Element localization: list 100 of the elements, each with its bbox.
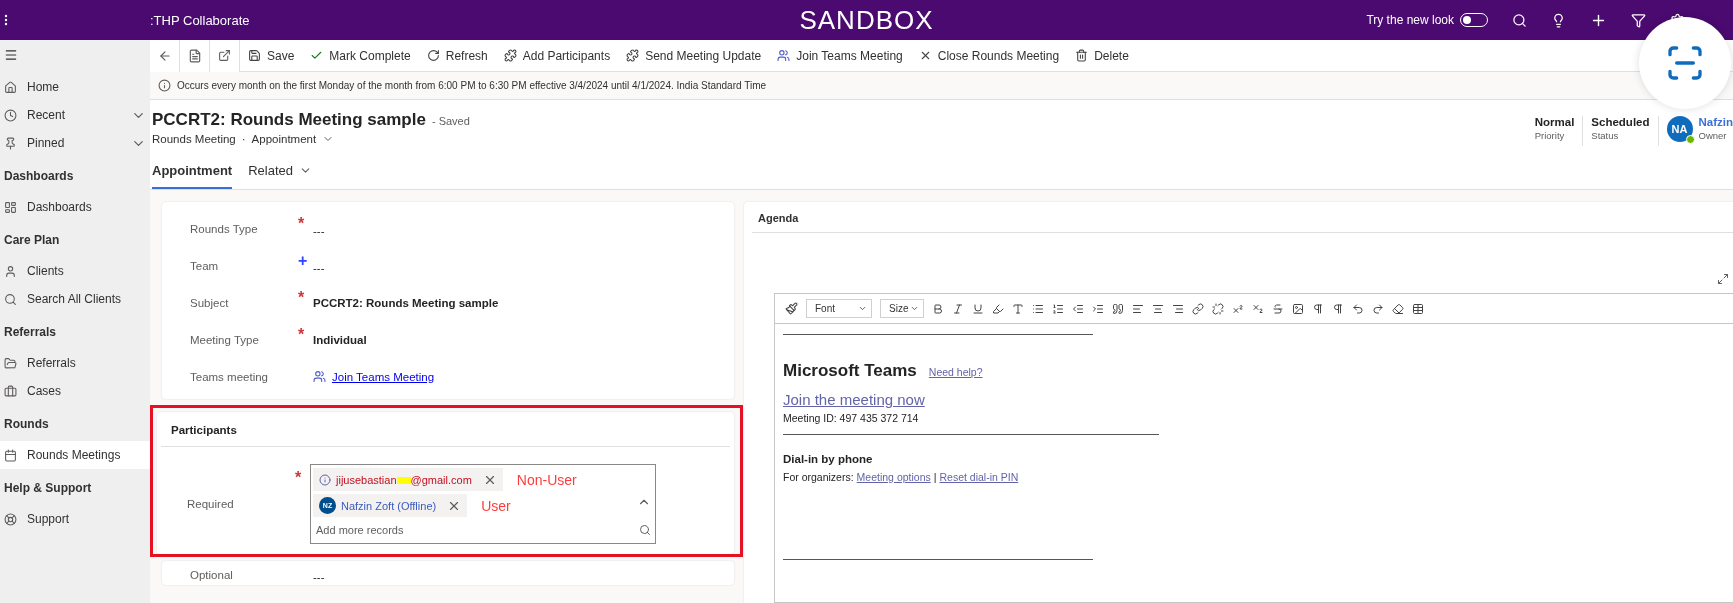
numbered-list-icon[interactable] [1052, 302, 1064, 315]
size-dropdown[interactable]: Size [880, 299, 924, 318]
open-window-button[interactable] [210, 39, 240, 72]
info-icon [158, 79, 171, 92]
editor-link[interactable]: Meeting options [856, 471, 931, 483]
sidebar-item[interactable]: Search All Clients [0, 285, 150, 313]
form-selector[interactable]: Appointment [251, 133, 317, 145]
puzzle-icon [503, 49, 517, 62]
lightbulb-icon[interactable] [1551, 12, 1566, 28]
field-marker: + [298, 255, 307, 265]
join-meeting-link[interactable]: Join Teams Meeting [332, 370, 435, 383]
sidebar-item[interactable]: Referrals [0, 349, 150, 377]
field-label: Required [187, 498, 235, 510]
menu-icon[interactable] [4, 48, 18, 62]
rich-text-editor[interactable]: Font Size Microsoft Teams Need help? Join the meeting now Meeting ID: 497 435 372 714 Dial-in by phone For organizers: Meeting options | Reset dial-in PIN [774, 293, 1733, 603]
pilcrow-icon[interactable] [1332, 302, 1344, 315]
undo-icon[interactable] [1352, 302, 1364, 315]
command-button[interactable]: Join Teams Meeting [769, 39, 911, 72]
record-title: PCCRT2: Rounds Meeting sample [152, 110, 426, 129]
header-value: Scheduled [1591, 116, 1650, 128]
pilcrow-icon[interactable] [1312, 302, 1324, 315]
redo-icon[interactable] [1372, 302, 1384, 315]
field-marker: * [298, 329, 306, 339]
highlighter-icon[interactable] [992, 302, 1004, 315]
bullet-list-icon[interactable] [1032, 302, 1044, 315]
sidebar-item[interactable]: Cases [0, 377, 150, 405]
caret-icon [858, 304, 867, 313]
app-launcher-icon[interactable] [4, 14, 8, 26]
checkmark-icon [310, 49, 324, 62]
open-window-icon [218, 49, 231, 62]
search-icon[interactable] [1512, 12, 1527, 28]
sidebar-item[interactable]: Home [0, 73, 150, 101]
sidebar-item[interactable]: Pinned [0, 129, 150, 157]
header-label: Priority [1534, 130, 1566, 141]
superscript-icon[interactable] [1232, 302, 1244, 315]
command-button[interactable]: Mark Complete [302, 39, 419, 72]
command-button[interactable]: Add Participants [495, 39, 619, 72]
header-label: Owner [1698, 130, 1728, 141]
outdent-icon[interactable] [1072, 302, 1084, 315]
underline-icon[interactable] [972, 302, 984, 315]
unlink-icon[interactable] [1212, 302, 1224, 315]
eraser-icon[interactable] [1392, 302, 1404, 315]
indent-icon[interactable] [1092, 302, 1104, 315]
sidebar-item[interactable]: Dashboards [0, 193, 150, 221]
command-button[interactable]: Save [240, 39, 303, 72]
sidebar-item[interactable]: Support [0, 505, 150, 533]
sidebar-item[interactable]: Recent [0, 101, 150, 129]
trash-icon [1075, 49, 1089, 62]
link-icon[interactable] [1192, 302, 1204, 315]
back-button[interactable] [150, 39, 180, 72]
sidebar-heading: Help & Support [3, 480, 93, 497]
sidebar-heading: Referrals [3, 324, 58, 341]
strikethrough-icon[interactable] [1272, 302, 1284, 315]
header-label: Status [1591, 130, 1620, 141]
expand-icon[interactable] [1717, 273, 1729, 285]
owner-name[interactable]: Nafzin [1698, 116, 1733, 128]
table-icon[interactable] [1412, 302, 1424, 315]
tab[interactable]: Appointment [152, 157, 233, 189]
field-value: --- [313, 261, 325, 274]
quote-icon[interactable] [1112, 302, 1124, 315]
command-button[interactable]: Delete [1067, 39, 1137, 72]
annotation-label: User [481, 497, 511, 514]
app-name: :THP Collaborate [150, 12, 250, 28]
tab[interactable]: Related [248, 157, 312, 189]
form-button[interactable] [180, 39, 210, 72]
image-icon[interactable] [1292, 302, 1304, 315]
folder-icon [4, 356, 17, 370]
info-icon [319, 473, 331, 486]
sidebar-heading: Care Plan [3, 232, 61, 249]
subheading: Dial-in by phone [783, 453, 874, 465]
field-label: Rounds Type [190, 222, 259, 235]
help-link[interactable]: Need help? [928, 366, 983, 378]
filter-icon[interactable] [1631, 12, 1646, 28]
format-painter-icon[interactable] [785, 302, 798, 315]
heading: Microsoft Teams [783, 361, 917, 381]
sidebar-item[interactable]: Clients [0, 257, 150, 285]
home-icon [4, 80, 17, 94]
header-value: Normal [1534, 116, 1575, 128]
font-color-icon[interactable] [1012, 302, 1024, 315]
subscript-icon[interactable] [1252, 302, 1264, 315]
teams-icon [313, 370, 326, 383]
align-center-icon[interactable] [1152, 302, 1164, 315]
align-left-icon[interactable] [1132, 302, 1144, 315]
document-icon [187, 48, 202, 63]
command-button[interactable]: Close Rounds Meeting [910, 39, 1068, 72]
field-value: --- [313, 571, 325, 583]
person-icon [4, 264, 17, 278]
command-button[interactable]: Refresh [418, 39, 496, 72]
field-value: --- [313, 224, 325, 237]
bold-icon[interactable] [932, 302, 944, 315]
participant-chip[interactable]: jijusebastian @gmail.com [313, 468, 503, 491]
sidebar-item[interactable]: Rounds Meetings [0, 441, 150, 469]
save-status: - Saved [431, 115, 470, 127]
italic-icon[interactable] [952, 302, 964, 315]
people-icon [777, 49, 791, 62]
font-dropdown[interactable]: Font [806, 299, 872, 318]
command-button[interactable]: Send Meeting Update [618, 39, 770, 72]
editor-link[interactable]: Reset dial-in PIN [939, 471, 1019, 483]
align-right-icon[interactable] [1172, 302, 1184, 315]
join-meeting-link[interactable]: Join the meeting now [783, 391, 1725, 408]
